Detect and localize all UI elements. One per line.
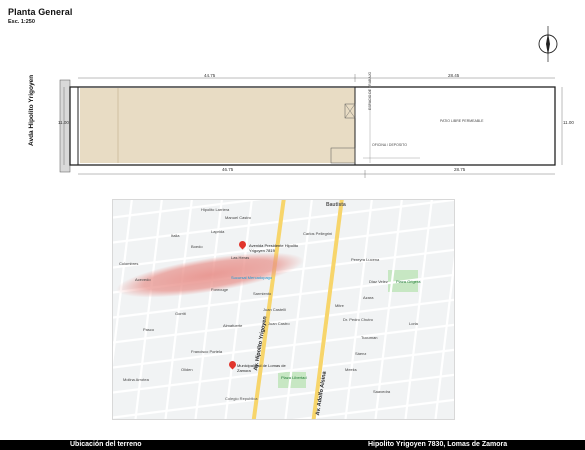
street-label-larriera: Hipolito Larriera: [201, 207, 230, 212]
north-arrow-icon: [538, 26, 558, 62]
dimension-top-left: 44.75: [204, 73, 216, 78]
floor-plan: [59, 74, 563, 178]
dimension-top-right: 28.45: [448, 73, 460, 78]
street-label-laprida: Laprida: [211, 229, 225, 234]
street-label-gorriti: Gorriti: [175, 311, 186, 316]
street-label-fonrouge: Fonrouge: [211, 287, 229, 292]
street-label-molina: Molina Arrotea: [123, 377, 149, 382]
dimension-side-left: 11.00: [58, 120, 69, 125]
street-label-azara: Azara: [363, 295, 374, 300]
footer-bar: Ubicación del terreno Hipolito Yrigoyen …: [0, 440, 585, 450]
scale-label: Esc. 1:250: [8, 19, 35, 25]
street-label-portela: Francisco Portela: [191, 349, 223, 354]
street-label-pereyra: Pereyra Lucena: [351, 257, 380, 262]
room-note-mid: ESPACIO DE TRABAJO: [368, 71, 372, 110]
street-label-sarmiento: Sarmiento: [253, 291, 272, 296]
poi-plaza-grigera[interactable]: Plaza Grigera: [396, 279, 420, 285]
poi-colegio[interactable]: Colegio Republica: [225, 396, 257, 402]
street-label-tucuman: Tucuman: [361, 335, 378, 340]
room-note-right: PATIO LIBRE PERMEABLE: [440, 119, 484, 123]
footer-right-text: Hipolito Yrigoyen 7830, Lomas de Zamora: [368, 441, 508, 448]
street-label-saenz: Sáenz: [355, 351, 367, 356]
street-label-castelli: Juan Castelli: [263, 307, 286, 312]
room-note-office: OFICINA / DEPOSITO: [372, 143, 407, 147]
footer-left-text: Ubicación del terreno: [70, 441, 142, 448]
street-label-oliden: Oliden: [181, 367, 193, 372]
street-label-chutro: Dr. Pedro Chutro: [343, 317, 374, 322]
street-label-diazvelez: Diaz Velez: [369, 279, 388, 284]
street-label-castro: Manuel Castro: [225, 215, 252, 220]
poi-plaza-libertad[interactable]: Plaza Libertad: [281, 375, 307, 381]
poi-mercadopago[interactable]: Sucursal Mercadopago: [231, 275, 272, 281]
street-label-meeks: Meeks: [345, 367, 357, 372]
dimension-side: 11.00: [563, 120, 574, 125]
poi-yrigoyen[interactable]: Avenida Presidente Hipolito Yrigoyen 781…: [249, 243, 309, 253]
neighborhood-label: Bautista: [326, 202, 346, 208]
street-label-loria: Loria: [409, 321, 418, 326]
page-title: Planta General: [8, 7, 73, 17]
street-label-juancastro: Juan Castro: [268, 321, 290, 326]
location-map[interactable]: Bautista Av. Hipolito Yrigoyen Av. Adolf…: [112, 199, 455, 420]
street-label-acevedo: Acevedo: [135, 277, 151, 282]
street-label-pasco: Pasco: [143, 327, 155, 332]
street-label-colombres: Colombres: [119, 261, 139, 266]
street-label-lasheras: Las Heras: [231, 255, 250, 260]
building-area: [80, 88, 355, 163]
street-label-saavedra: Saavedra: [373, 389, 391, 394]
street-label-almafuerte: Almafuerte: [223, 323, 243, 328]
street-label-italia: Italia: [171, 233, 180, 238]
street-label-boedo: Boedo: [191, 244, 203, 249]
street-label-pellegrini: Carlos Pellegrini: [303, 231, 333, 236]
street-label: Avda Hipolito Yrigoyen: [28, 74, 35, 146]
poi-municipalidad[interactable]: Municipalidad de Lomas de Zamora: [237, 363, 289, 373]
street-label-mitre: Mitre: [335, 303, 344, 308]
dimension-bottom-left: 46.75: [222, 167, 234, 172]
dimension-bottom-right: 28.75: [454, 167, 466, 172]
